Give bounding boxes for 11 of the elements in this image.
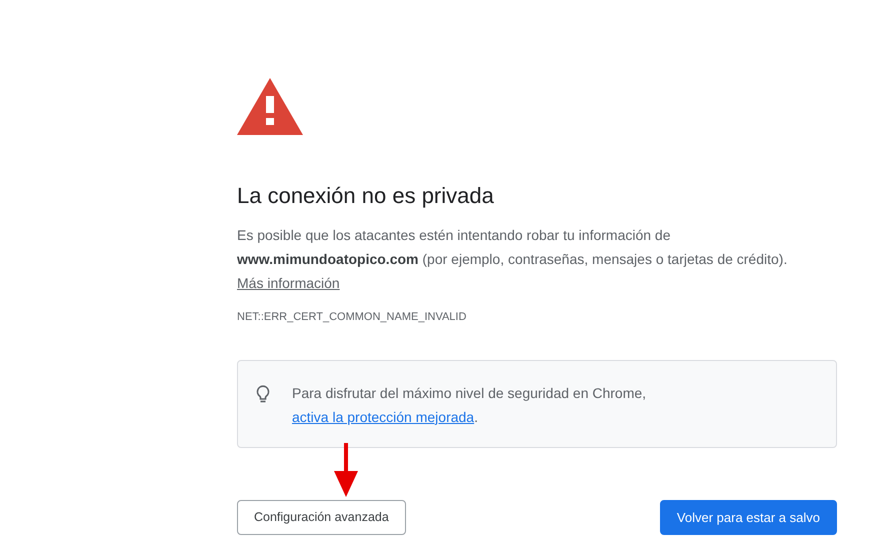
advanced-settings-button[interactable]: Configuración avanzada [237,500,406,536]
tip-text: Para disfrutar del máximo nivel de seguridad en Chrome, activa la protección mejorada. [291,384,648,427]
back-to-safety-button[interactable]: Volver para estar a salvo [660,500,837,536]
enhanced-protection-link[interactable]: activa la protección mejorada [292,408,474,425]
lightbulb-icon [256,384,270,404]
more-info-link[interactable]: Más información [237,275,340,292]
warning-description: Es posible que los atacantes estén intentando robar tu información de www.mimundoatopico.com (por ejemplo, contraseñas, mensajes o tarjetas de crédito). [237,226,788,270]
warning-icon [237,78,303,135]
page-heading: La conexión no es privada [237,183,495,210]
error-code: NET::ERR_CERT_COMMON_NAME_INVALID [237,310,468,326]
annotation-arrow [333,443,359,497]
